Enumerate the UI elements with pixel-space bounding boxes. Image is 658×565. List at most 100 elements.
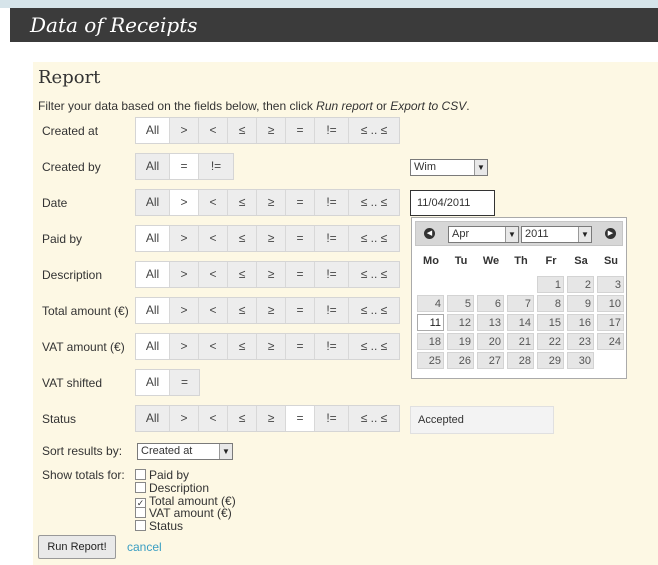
op-le[interactable]: ≤: [228, 262, 257, 287]
op-all[interactable]: All: [136, 334, 170, 359]
op-lt[interactable]: <: [199, 226, 228, 251]
op-eq[interactable]: =: [286, 334, 315, 359]
calendar-day[interactable]: 17: [597, 314, 624, 331]
op-lt[interactable]: <: [199, 298, 228, 323]
op-lt[interactable]: <: [199, 118, 228, 143]
op-eq[interactable]: =: [170, 370, 199, 395]
checkbox[interactable]: [135, 481, 146, 493]
op-ne[interactable]: !=: [315, 262, 349, 287]
calendar-day[interactable]: 12: [447, 314, 474, 331]
op-eq[interactable]: =: [286, 118, 315, 143]
op-ge[interactable]: ≥: [257, 298, 286, 323]
op-ne[interactable]: !=: [315, 118, 349, 143]
calendar-day[interactable]: 25: [417, 352, 444, 369]
op-ge[interactable]: ≥: [257, 190, 286, 215]
op-ne[interactable]: !=: [315, 226, 349, 251]
calendar-day[interactable]: 11: [417, 314, 444, 331]
calendar-day[interactable]: 26: [447, 352, 474, 369]
prev-month-icon[interactable]: ◀: [424, 228, 435, 239]
op-all[interactable]: All: [136, 154, 170, 179]
op-ne[interactable]: !=: [199, 154, 233, 179]
op-ge[interactable]: ≥: [257, 118, 286, 143]
op-lt[interactable]: <: [199, 406, 228, 431]
op-between[interactable]: ≤ .. ≤: [349, 118, 399, 143]
calendar-day[interactable]: 2: [567, 276, 594, 293]
op-lt[interactable]: <: [199, 262, 228, 287]
op-eq[interactable]: =: [286, 406, 315, 431]
cancel-link[interactable]: cancel: [127, 540, 162, 554]
op-between[interactable]: ≤ .. ≤: [349, 226, 399, 251]
op-between[interactable]: ≤ .. ≤: [349, 262, 399, 287]
calendar-day[interactable]: 1: [537, 276, 564, 293]
op-le[interactable]: ≤: [228, 406, 257, 431]
calendar-day[interactable]: 3: [597, 276, 624, 293]
op-le[interactable]: ≤: [228, 190, 257, 215]
op-all[interactable]: All: [136, 370, 170, 395]
next-month-icon[interactable]: ▶: [605, 228, 616, 239]
checkbox[interactable]: [135, 469, 146, 480]
op-le[interactable]: ≤: [228, 298, 257, 323]
calendar-day[interactable]: 15: [537, 314, 564, 331]
calendar-day[interactable]: 4: [417, 295, 444, 312]
op-eq[interactable]: =: [286, 262, 315, 287]
op-between[interactable]: ≤ .. ≤: [349, 190, 399, 215]
month-select[interactable]: Apr ▼: [448, 226, 519, 243]
op-gt[interactable]: >: [170, 298, 199, 323]
year-select[interactable]: 2011 ▼: [521, 226, 592, 243]
calendar-day[interactable]: 21: [507, 333, 534, 350]
calendar-day[interactable]: 7: [507, 295, 534, 312]
op-eq[interactable]: =: [286, 226, 315, 251]
calendar-day[interactable]: 13: [477, 314, 504, 331]
op-ne[interactable]: !=: [315, 190, 349, 215]
calendar-day[interactable]: 14: [507, 314, 534, 331]
op-gt[interactable]: >: [170, 262, 199, 287]
calendar-day[interactable]: 24: [597, 333, 624, 350]
calendar-day[interactable]: 8: [537, 295, 564, 312]
calendar-day[interactable]: 29: [537, 352, 564, 369]
op-ne[interactable]: !=: [315, 406, 349, 431]
op-eq[interactable]: =: [286, 298, 315, 323]
op-gt[interactable]: >: [170, 406, 199, 431]
op-ge[interactable]: ≥: [257, 226, 286, 251]
op-le[interactable]: ≤: [228, 334, 257, 359]
calendar-day[interactable]: 19: [447, 333, 474, 350]
checkbox[interactable]: [135, 520, 146, 532]
op-eq[interactable]: =: [286, 190, 315, 215]
calendar-day[interactable]: 5: [447, 295, 474, 312]
calendar-day[interactable]: 30: [567, 352, 594, 369]
op-all[interactable]: All: [136, 262, 170, 287]
status-select[interactable]: Accepted: [410, 406, 554, 434]
calendar-day[interactable]: 22: [537, 333, 564, 350]
calendar-day[interactable]: 28: [507, 352, 534, 369]
checkbox[interactable]: [135, 507, 146, 519]
calendar-day[interactable]: 20: [477, 333, 504, 350]
op-lt[interactable]: <: [199, 334, 228, 359]
op-le[interactable]: ≤: [228, 118, 257, 143]
op-gt[interactable]: >: [170, 190, 199, 215]
sort-select[interactable]: Created at ▼: [137, 443, 233, 460]
calendar-day[interactable]: 23: [567, 333, 594, 350]
op-ge[interactable]: ≥: [257, 406, 286, 431]
op-all[interactable]: All: [136, 118, 170, 143]
run-report-button[interactable]: Run Report!: [38, 535, 116, 559]
calendar-day[interactable]: 6: [477, 295, 504, 312]
op-between[interactable]: ≤ .. ≤: [349, 334, 399, 359]
calendar-day[interactable]: 18: [417, 333, 444, 350]
op-le[interactable]: ≤: [228, 226, 257, 251]
op-gt[interactable]: >: [170, 118, 199, 143]
op-ge[interactable]: ≥: [257, 334, 286, 359]
op-between[interactable]: ≤ .. ≤: [349, 298, 399, 323]
op-eq[interactable]: =: [170, 154, 199, 179]
op-all[interactable]: All: [136, 298, 170, 323]
op-gt[interactable]: >: [170, 334, 199, 359]
op-all[interactable]: All: [136, 406, 170, 431]
calendar-day[interactable]: 27: [477, 352, 504, 369]
op-lt[interactable]: <: [199, 190, 228, 215]
op-gt[interactable]: >: [170, 226, 199, 251]
date-input[interactable]: 11/04/2011: [410, 190, 495, 216]
op-ne[interactable]: !=: [315, 334, 349, 359]
op-ne[interactable]: !=: [315, 298, 349, 323]
op-ge[interactable]: ≥: [257, 262, 286, 287]
op-all[interactable]: All: [136, 190, 170, 215]
op-between[interactable]: ≤ .. ≤: [349, 406, 399, 431]
